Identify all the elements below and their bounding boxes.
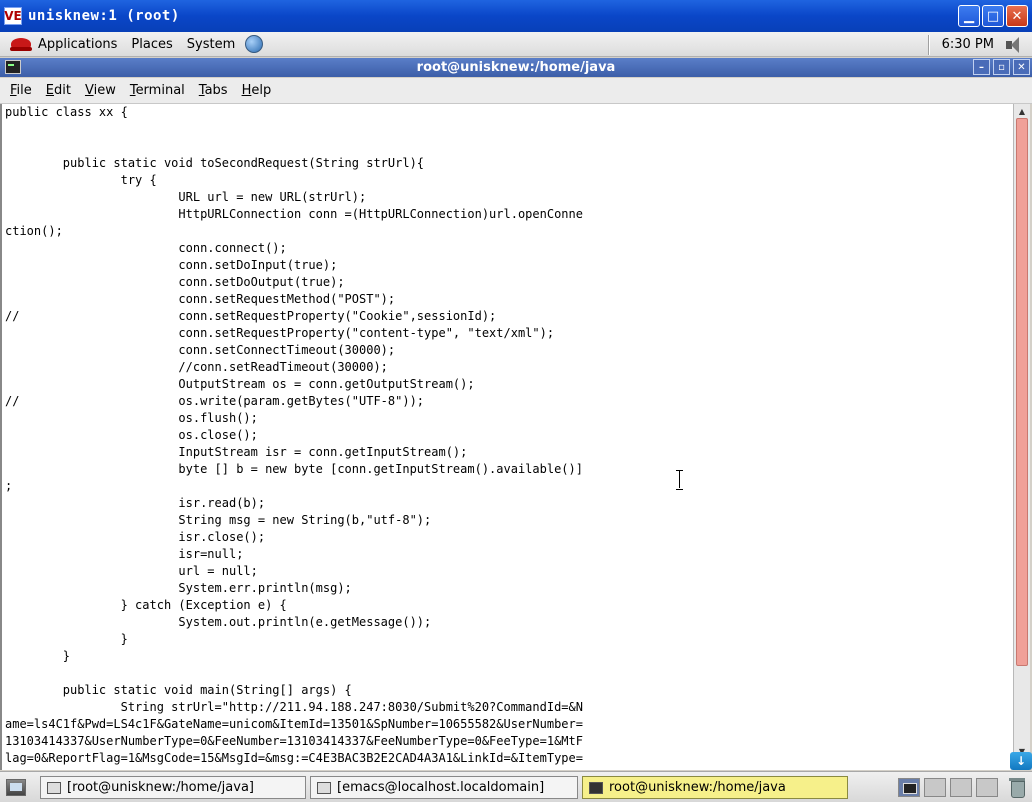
terminal-line: url = null; [5,564,258,578]
terminal-line: HttpURLConnection conn =(HttpURLConnecti… [5,207,583,221]
menu-system[interactable]: System [187,37,235,52]
menu-help[interactable]: Help [242,83,272,98]
terminal-line: os.flush(); [5,411,258,425]
terminal-line: os.close(); [5,428,258,442]
vnc-app-icon: VE [4,7,22,25]
terminal-line: conn.setRequestProperty("content-type", … [5,326,555,340]
close-button[interactable]: ✕ [1006,5,1028,27]
terminal-line: InputStream isr = conn.getInputStream(); [5,445,468,459]
outer-window-title: unisknew:1 (root) [28,8,180,24]
web-browser-icon[interactable] [245,35,264,53]
terminal-line: OutputStream os = conn.getOutputStream()… [5,377,475,391]
task-label: [root@unisknew:/home/java] [67,780,254,795]
terminal-line: public class xx { [5,105,128,119]
volume-icon[interactable] [1004,36,1022,54]
terminal-maximize-button[interactable]: ▫ [993,59,1010,75]
workspace-3[interactable] [950,778,972,797]
terminal-icon[interactable] [5,60,21,74]
menu-view[interactable]: View [85,83,116,98]
terminal-line: URL url = new URL(strUrl); [5,190,367,204]
clock[interactable]: 6:30 PM [942,37,994,52]
terminal-line: } [5,649,71,663]
code-lines: public class xx { public static void toS… [2,104,1013,768]
terminal-line: 13103414337&UserNumberType=0&FeeNumber=1… [5,734,583,748]
bottom-panel: [root@unisknew:/home/java] [emacs@localh… [0,771,1032,802]
task-label: [emacs@localhost.localdomain] [337,780,545,795]
terminal-line: try { [5,173,157,187]
terminal-line: isr.read(b); [5,496,266,510]
terminal-line: public static void toSecondRequest(Strin… [5,156,425,170]
terminal-icon [589,781,603,794]
task-terminal-1[interactable]: [root@unisknew:/home/java] [40,776,306,799]
window-icon [47,781,61,794]
text-cursor-icon [676,470,684,490]
scroll-thumb[interactable] [1016,118,1028,666]
terminal-line: ction(); [5,224,63,238]
terminal-line: conn.setDoInput(true); [5,258,338,272]
terminal-line: conn.setConnectTimeout(30000); [5,343,396,357]
workspace-2[interactable] [924,778,946,797]
terminal-line: System.out.println(e.getMessage()); [5,615,432,629]
terminal-line: // os.write(param.getBytes("UTF-8")); [5,394,425,408]
terminal-line: conn.setDoOutput(true); [5,275,345,289]
terminal-line: ; [5,479,13,493]
menu-edit[interactable]: Edit [46,83,71,98]
workspace-1[interactable] [898,778,920,797]
trash-icon[interactable] [1008,777,1026,798]
menu-applications[interactable]: Applications [38,37,117,52]
terminal-window-controls: – ▫ ✕ [973,59,1030,75]
terminal-minimize-button[interactable]: – [973,59,990,75]
menu-tabs[interactable]: Tabs [199,83,228,98]
task-label: root@unisknew:/home/java [609,780,786,795]
redhat-icon [10,35,32,53]
terminal-line: } [5,632,128,646]
task-emacs[interactable]: [emacs@localhost.localdomain] [310,776,578,799]
terminal-output[interactable]: public class xx { public static void toS… [0,104,1013,770]
outer-window-titlebar: VE unisknew:1 (root) ▁ □ ✕ [0,0,1032,32]
terminal-line: // conn.setRequestProperty("Cookie",sess… [5,309,497,323]
scroll-down-arrow-icon[interactable]: ↓ [1010,752,1032,770]
top-panel: Applications Places System 6:30 PM [0,32,1032,57]
panel-tray: 6:30 PM [927,32,1032,57]
terminal-line: //conn.setReadTimeout(30000); [5,360,388,374]
menu-terminal[interactable]: Terminal [130,83,185,98]
terminal-line: public static void main(String[] args) { [5,683,352,697]
scroll-up-icon[interactable]: ▲ [1014,104,1030,118]
terminal-line: isr=null; [5,547,244,561]
task-terminal-active[interactable]: root@unisknew:/home/java [582,776,848,799]
terminal-line: String strUrl="http://211.94.188.247:803… [5,700,583,714]
terminal-line: conn.connect(); [5,241,287,255]
menu-file[interactable]: File [10,83,32,98]
terminal-close-button[interactable]: ✕ [1013,59,1030,75]
terminal-titlebar: root@unisknew:/home/java – ▫ ✕ [0,58,1032,77]
outer-window-controls: ▁ □ ✕ [958,5,1028,27]
terminal-title: root@unisknew:/home/java [416,60,616,75]
terminal-line: lag=0&ReportFlag=1&MsgCode=15&MsgId=&msg… [5,751,583,765]
minimize-button[interactable]: ▁ [958,5,980,27]
terminal-line: System.err.println(msg); [5,581,352,595]
workspace-4[interactable] [976,778,998,797]
terminal-menubar: File Edit View Terminal Tabs Help [0,78,1032,104]
terminal-scrollbar[interactable]: ▲ ▼ [1013,104,1030,770]
terminal-line: isr.close(); [5,530,266,544]
terminal-line: conn.setRequestMethod("POST"); [5,292,396,306]
window-icon [317,781,331,794]
menu-places[interactable]: Places [131,37,172,52]
maximize-button[interactable]: □ [982,5,1004,27]
terminal-line: byte [] b = new byte [conn.getInputStrea… [5,462,583,476]
panel-separator [927,34,930,55]
terminal-line: String msg = new String(b,"utf-8"); [5,513,432,527]
terminal-line: ame=ls4C1f&Pwd=LS4c1F&GateName=unicom&It… [5,717,583,731]
terminal-line: } catch (Exception e) { [5,598,287,612]
show-desktop-icon[interactable] [6,779,26,796]
